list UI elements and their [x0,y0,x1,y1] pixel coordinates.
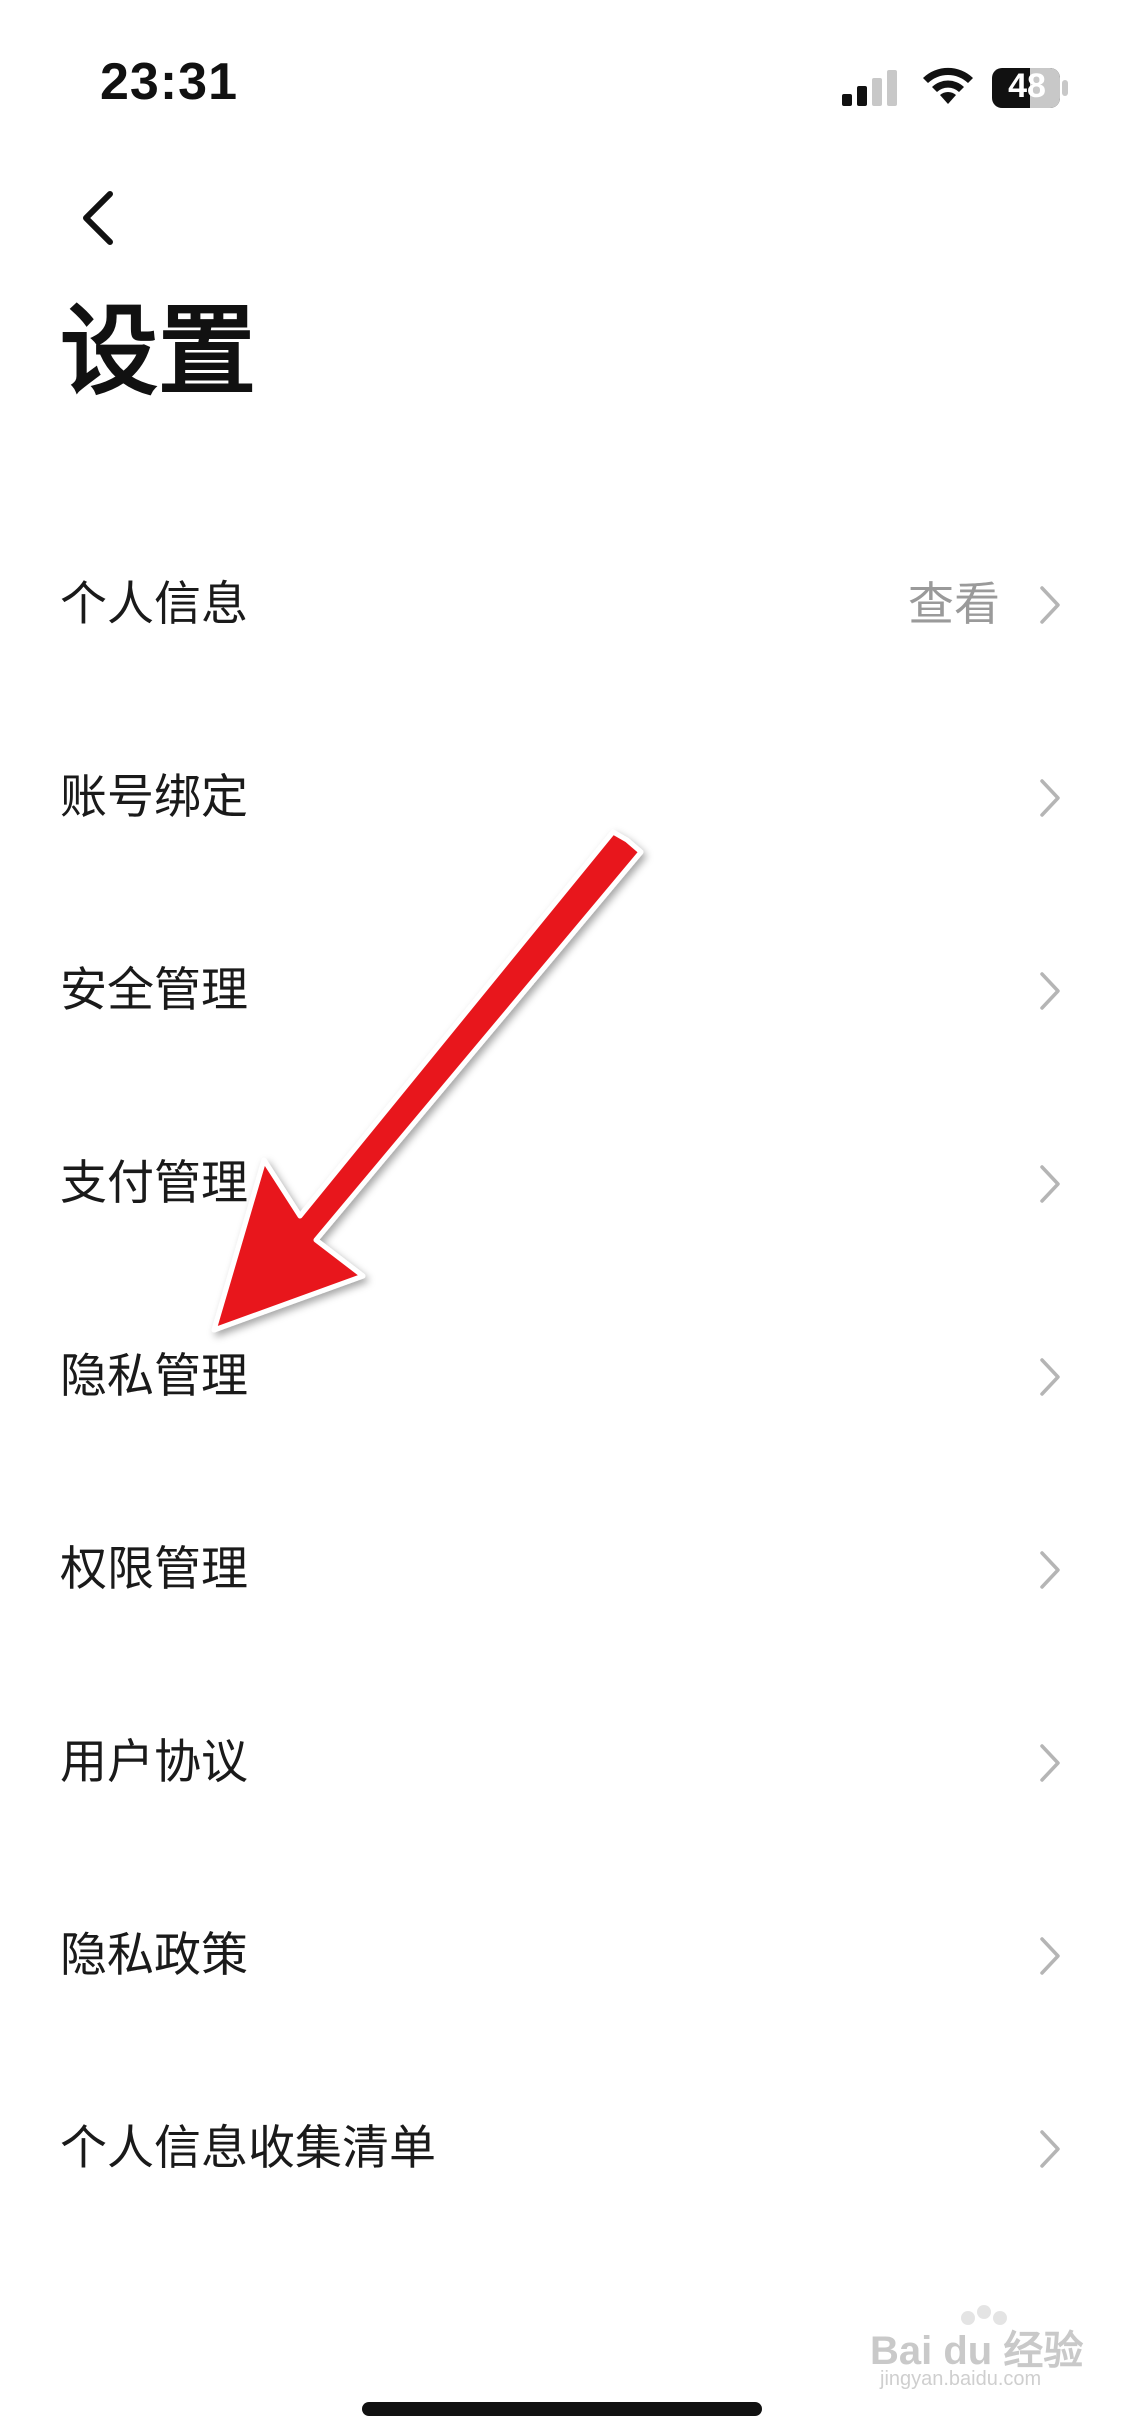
chevron-right-icon [1040,2130,1060,2168]
settings-item-payment[interactable]: 支付管理 [0,1087,1125,1280]
settings-item-label: 权限管理 [60,1542,248,1597]
settings-screen: 23:31 48 设置 个人信息 查看 账号绑定 安全管理 支付管理 隐私管理 … [0,0,1125,2436]
settings-item-label: 隐私政策 [60,1928,248,1983]
settings-item-label: 账号绑定 [60,770,248,825]
chevron-right-icon [1040,1937,1060,1975]
back-button[interactable] [60,178,140,258]
home-indicator[interactable] [362,2402,762,2416]
settings-item-value: 查看 [908,577,1000,631]
settings-item-account-binding[interactable]: 账号绑定 [0,701,1125,894]
status-time: 23:31 [100,53,238,111]
chevron-right-icon [1040,1358,1060,1396]
settings-item-permissions[interactable]: 权限管理 [0,1473,1125,1666]
settings-item-personal-info[interactable]: 个人信息 查看 [0,508,1125,701]
settings-list: 个人信息 查看 账号绑定 安全管理 支付管理 隐私管理 权限管理 用户协议 隐私… [0,508,1125,2245]
settings-item-info-collection-list[interactable]: 个人信息收集清单 [0,2052,1125,2245]
settings-item-user-agreement[interactable]: 用户协议 [0,1666,1125,1859]
battery-level: 48 [1008,67,1046,105]
chevron-left-icon [83,191,113,245]
settings-item-label: 隐私管理 [60,1349,248,1404]
wifi-icon [923,67,973,104]
settings-item-privacy-management[interactable]: 隐私管理 [0,1280,1125,1473]
settings-item-privacy-policy[interactable]: 隐私政策 [0,1859,1125,2052]
signal-icon [842,70,897,106]
settings-item-label: 安全管理 [60,963,248,1018]
settings-item-label: 个人信息收集清单 [60,2121,436,2176]
chevron-right-icon [1040,586,1060,624]
chevron-right-icon [1040,1744,1060,1782]
settings-item-label: 支付管理 [60,1156,248,1211]
chevron-right-icon [1040,1551,1060,1589]
status-bar: 23:31 48 [0,0,1125,140]
settings-item-label: 个人信息 [60,577,248,632]
chevron-right-icon [1040,1165,1060,1203]
settings-item-label: 用户协议 [60,1735,248,1790]
page-title: 设置 [60,295,257,409]
settings-item-security[interactable]: 安全管理 [0,894,1125,1087]
watermark-url: jingyan.baidu.com [880,2368,1042,2390]
chevron-right-icon [1040,972,1060,1010]
chevron-right-icon [1040,779,1060,817]
